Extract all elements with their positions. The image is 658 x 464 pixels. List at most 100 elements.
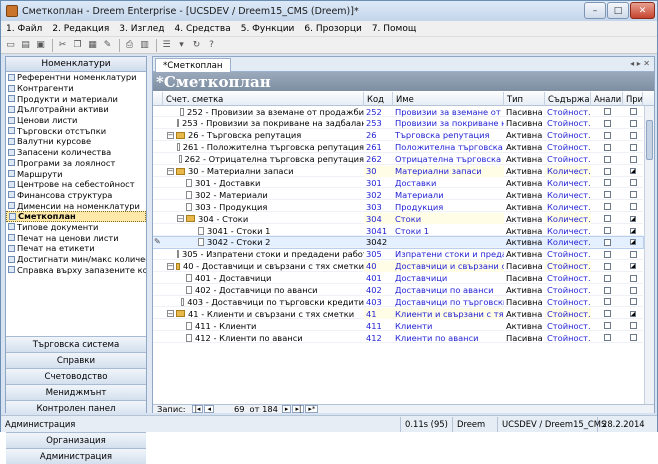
collapse-icon[interactable]: − bbox=[167, 310, 174, 318]
content-cell[interactable]: Стойност... bbox=[545, 332, 591, 343]
extra-cell[interactable] bbox=[623, 285, 643, 296]
content-cell[interactable]: Стойност... bbox=[545, 308, 591, 320]
content-cell[interactable]: Количест... bbox=[545, 189, 591, 200]
nav-group-button[interactable]: Търговска система bbox=[6, 336, 146, 352]
extra-cell[interactable] bbox=[623, 273, 643, 284]
menu-item-6[interactable]: 6. Прозорци bbox=[299, 24, 366, 34]
name-cell[interactable]: Продукция bbox=[393, 201, 504, 212]
analytic-checkbox-cell[interactable] bbox=[591, 332, 623, 343]
extra-cell[interactable] bbox=[623, 332, 643, 343]
account-cell[interactable]: 253 - Провизии за покриване на задбалан.… bbox=[163, 118, 364, 129]
account-cell[interactable]: 3041 - Стоки 1 bbox=[163, 225, 364, 236]
extra-cell[interactable] bbox=[623, 189, 643, 200]
checkbox[interactable] bbox=[629, 119, 637, 127]
dropdown-marker-icon[interactable] bbox=[630, 168, 636, 174]
checkbox[interactable] bbox=[629, 108, 637, 115]
nav-item[interactable]: Типове документи bbox=[6, 222, 146, 233]
nav-item[interactable]: Сметкоплан bbox=[6, 210, 146, 222]
prev-record-button[interactable]: ◂ bbox=[204, 405, 214, 413]
nav-item[interactable]: Търговски отстъпки bbox=[6, 125, 146, 136]
collapse-icon[interactable]: − bbox=[177, 215, 184, 223]
extra-cell[interactable] bbox=[623, 201, 643, 212]
nav-group-button[interactable]: Контролен панел bbox=[6, 400, 146, 416]
account-cell[interactable]: 3042 - Стоки 2 bbox=[163, 237, 364, 248]
extra-cell[interactable] bbox=[623, 130, 643, 141]
code-cell[interactable]: 411 bbox=[364, 320, 393, 331]
nav-item[interactable]: Маршрути bbox=[6, 168, 146, 179]
tab-scroll-arrows[interactable]: ◂ ▸ ✕ bbox=[630, 59, 650, 68]
code-cell[interactable]: 302 bbox=[364, 189, 393, 200]
table-row[interactable]: 253 - Провизии за покриване на задбалан.… bbox=[153, 118, 643, 129]
content-cell[interactable]: Стойност... bbox=[545, 260, 591, 272]
checkbox[interactable] bbox=[603, 310, 611, 318]
checkbox[interactable] bbox=[603, 203, 611, 211]
copy-icon[interactable]: ❐ bbox=[71, 39, 84, 52]
checkbox[interactable] bbox=[629, 322, 637, 330]
analytic-checkbox-cell[interactable] bbox=[591, 285, 623, 296]
account-cell[interactable]: 305 - Изпратени стоки и предадени работи bbox=[163, 249, 364, 260]
type-cell[interactable]: Активна bbox=[504, 225, 545, 236]
dropdown-marker-icon[interactable] bbox=[630, 227, 636, 234]
extra-cell[interactable] bbox=[623, 261, 643, 272]
code-cell[interactable]: 41 bbox=[364, 308, 393, 320]
table-row[interactable]: 305 - Изпратени стоки и предадени работи… bbox=[153, 249, 643, 260]
name-cell[interactable]: Изпратени стоки и предаде... bbox=[393, 249, 504, 260]
paste-icon[interactable]: ▦ bbox=[86, 39, 99, 52]
name-cell[interactable]: Отрицателна търговска репутация bbox=[393, 154, 504, 165]
checkbox[interactable] bbox=[629, 143, 637, 151]
name-cell[interactable]: Материали bbox=[393, 189, 504, 200]
extra-cell[interactable] bbox=[623, 118, 643, 129]
content-cell[interactable]: Стойност... bbox=[545, 106, 591, 117]
type-cell[interactable]: Активна bbox=[504, 177, 545, 188]
analytic-checkbox-cell[interactable] bbox=[591, 320, 623, 331]
dropdown-marker-icon[interactable] bbox=[630, 310, 636, 317]
type-cell[interactable]: Активна bbox=[504, 213, 545, 224]
col-analytic[interactable]: Анали... bbox=[591, 92, 623, 106]
nav-group-button[interactable]: Мениджмънт bbox=[6, 384, 146, 400]
account-cell[interactable]: 412 - Клиенти по аванси bbox=[163, 332, 364, 343]
analytic-checkbox-cell[interactable] bbox=[591, 130, 623, 141]
content-cell[interactable]: Стойност... bbox=[545, 249, 591, 260]
name-cell[interactable]: Търговска репутация bbox=[393, 130, 504, 141]
account-cell[interactable]: − 304 - Стоки bbox=[163, 213, 364, 224]
checkbox[interactable] bbox=[629, 155, 637, 163]
print-icon[interactable]: ⎙ bbox=[123, 39, 136, 52]
checkbox[interactable] bbox=[629, 131, 637, 139]
nav-item[interactable]: Запасени количества bbox=[6, 147, 146, 158]
code-cell[interactable]: 403 bbox=[364, 296, 393, 307]
table-row[interactable]: 252 - Провизии за вземане от продажби 252… bbox=[153, 106, 643, 117]
account-cell[interactable]: 401 - Доставчици bbox=[163, 273, 364, 284]
account-cell[interactable]: −40 - Доставчици и свързани с тях сметки bbox=[163, 261, 364, 272]
collapse-icon[interactable]: − bbox=[167, 262, 174, 270]
name-cell[interactable]: Провизии за покриване на ... bbox=[393, 118, 504, 129]
name-cell[interactable]: Материални запаси bbox=[393, 165, 504, 177]
name-cell[interactable]: Клиенти bbox=[393, 320, 504, 331]
table-row[interactable]: 303 - Продукция 303 Продукция Активна Количе… bbox=[153, 201, 643, 213]
first-record-button[interactable]: |◂ bbox=[191, 405, 204, 413]
code-cell[interactable]: 261 bbox=[364, 142, 393, 153]
name-cell[interactable]: Доставчици по търговски к... bbox=[393, 296, 504, 307]
col-type[interactable]: Тип bbox=[504, 92, 545, 106]
code-cell[interactable]: 304 bbox=[364, 213, 393, 225]
code-cell[interactable]: 30 bbox=[364, 165, 393, 177]
checkbox[interactable] bbox=[603, 143, 611, 151]
nav-item[interactable]: Ценови листи bbox=[6, 115, 146, 126]
nav-item[interactable]: Продукти и материали bbox=[6, 93, 146, 104]
nav-group-button[interactable]: Организация bbox=[6, 432, 146, 448]
checkbox[interactable] bbox=[603, 191, 611, 199]
nav-item[interactable]: Дименсии на номенклатури bbox=[6, 200, 146, 211]
nav-header[interactable]: Номенклатури bbox=[6, 57, 146, 72]
checkbox[interactable] bbox=[603, 322, 611, 330]
type-cell[interactable]: Активна bbox=[504, 166, 545, 177]
checkbox[interactable] bbox=[603, 155, 611, 163]
nav-item[interactable]: Достигнати мин/макс количес... bbox=[6, 254, 146, 265]
checkbox[interactable] bbox=[603, 250, 611, 258]
extra-cell[interactable] bbox=[623, 213, 643, 224]
checkbox[interactable] bbox=[603, 298, 611, 306]
content-cell[interactable]: Стойност... bbox=[545, 296, 591, 307]
extra-cell[interactable] bbox=[623, 237, 643, 248]
table-row[interactable]: 262 - Отрицателна търговска репутация 262… bbox=[153, 154, 643, 165]
code-cell[interactable]: 402 bbox=[364, 285, 393, 296]
code-cell[interactable]: 305 bbox=[364, 249, 393, 260]
type-cell[interactable]: Активна bbox=[504, 285, 545, 296]
